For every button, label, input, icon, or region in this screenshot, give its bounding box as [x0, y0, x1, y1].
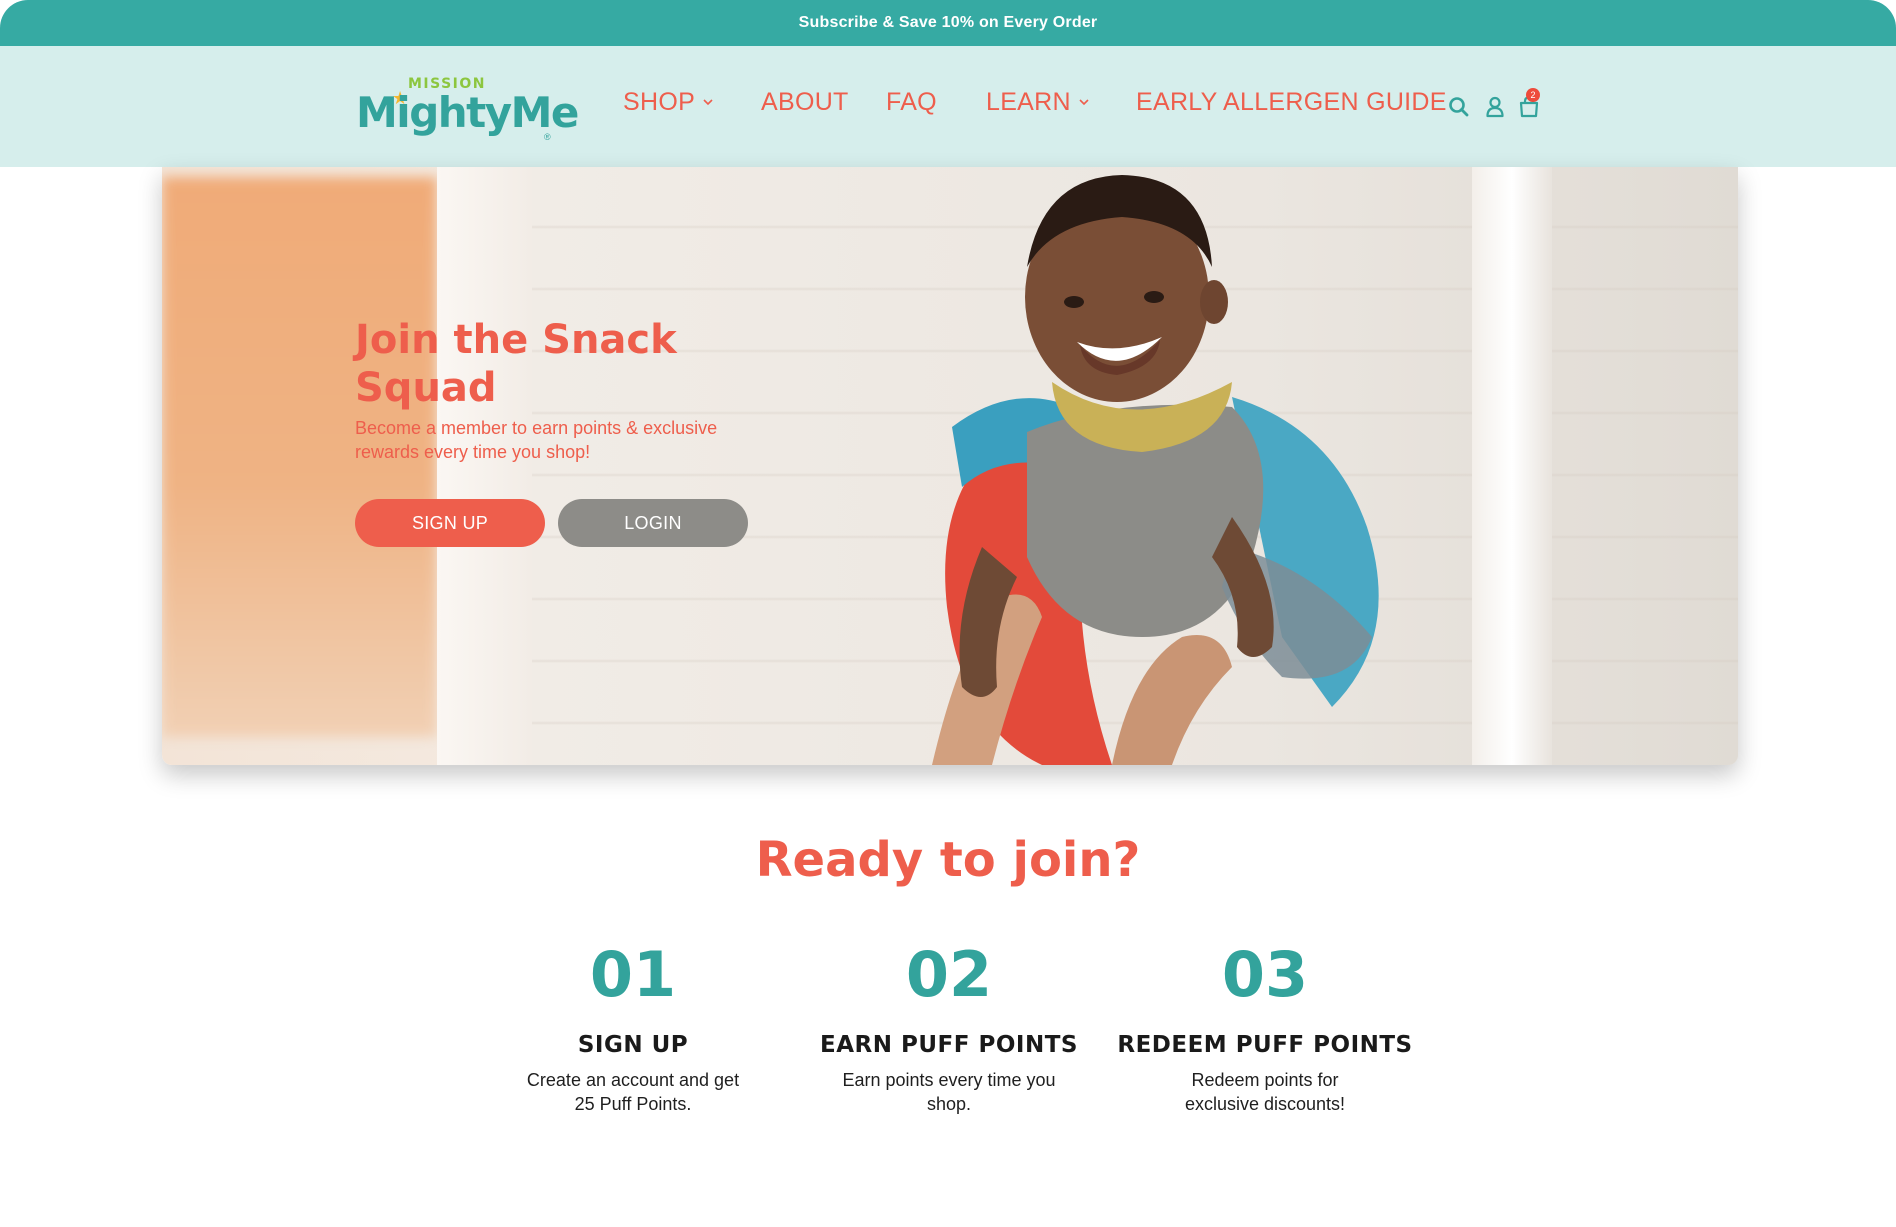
login-button[interactable]: LOGIN	[558, 499, 748, 547]
nav-item-shop[interactable]: SHOP	[623, 84, 713, 120]
site-header: MISSION ★ MightyMe ® SHOP ABOUT FAQ LEAR…	[0, 46, 1896, 167]
chevron-down-icon	[703, 99, 713, 106]
user-icon[interactable]	[1482, 94, 1508, 120]
step-label: EARN PUFF POINTS	[820, 1032, 1078, 1058]
page-frame: Subscribe & Save 10% on Every Order MISS…	[0, 0, 1896, 1227]
nav-item-early-allergen-guide[interactable]: EARLY ALLERGEN GUIDE	[1136, 84, 1447, 120]
step-number: 03	[1221, 938, 1309, 1011]
hero-banner: Join the Snack Squad Become a member to …	[162, 167, 1738, 765]
cart-count-badge: 2	[1526, 88, 1540, 102]
nav-item-label: FAQ	[886, 87, 937, 116]
step-description: Redeem points for exclusive discounts!	[1184, 1070, 1346, 1114]
registered-mark: ®	[544, 132, 551, 142]
nav-item-faq[interactable]: FAQ	[886, 84, 937, 120]
step-card: 01 SIGN UP Create an account and get 25 …	[483, 940, 783, 1116]
step-label: REDEEM PUFF POINTS	[1117, 1032, 1413, 1058]
step-description: Create an account and get 25 Puff Points…	[526, 1070, 740, 1114]
announcement-text: Subscribe & Save 10% on Every Order	[798, 14, 1098, 31]
nav-item-label: ABOUT	[761, 87, 849, 116]
hero-background-trim	[437, 167, 532, 765]
sign-up-button[interactable]: SIGN UP	[355, 499, 545, 547]
step-card: 02 EARN PUFF POINTS Earn points every ti…	[799, 940, 1099, 1116]
nav-item-label: SHOP	[623, 87, 696, 116]
announcement-bar[interactable]: Subscribe & Save 10% on Every Order	[0, 0, 1896, 46]
step-description: Earn points every time you shop.	[842, 1070, 1056, 1114]
step-card: 03 REDEEM PUFF POINTS Redeem points for …	[1115, 940, 1415, 1116]
ready-section-title: Ready to join?	[755, 832, 1141, 888]
step-number: 01	[589, 938, 677, 1011]
step-number: 02	[905, 938, 993, 1011]
step-label: SIGN UP	[577, 1032, 689, 1058]
logo-main-text: MightyMe	[356, 88, 579, 137]
nav-item-label: EARLY ALLERGEN GUIDE	[1136, 87, 1447, 116]
search-icon[interactable]	[1446, 94, 1472, 120]
hero-title: Join the Snack Squad	[355, 317, 677, 411]
chevron-down-icon	[1079, 99, 1089, 106]
hero-child-photo	[932, 175, 1379, 765]
nav-item-about[interactable]: ABOUT	[761, 84, 849, 120]
nav-item-learn[interactable]: LEARN	[986, 84, 1089, 120]
nav-item-label: LEARN	[986, 87, 1071, 116]
hero-subtitle: Become a member to earn points & exclusi…	[355, 418, 718, 462]
site-logo[interactable]: MISSION ★ MightyMe ®	[356, 74, 579, 150]
